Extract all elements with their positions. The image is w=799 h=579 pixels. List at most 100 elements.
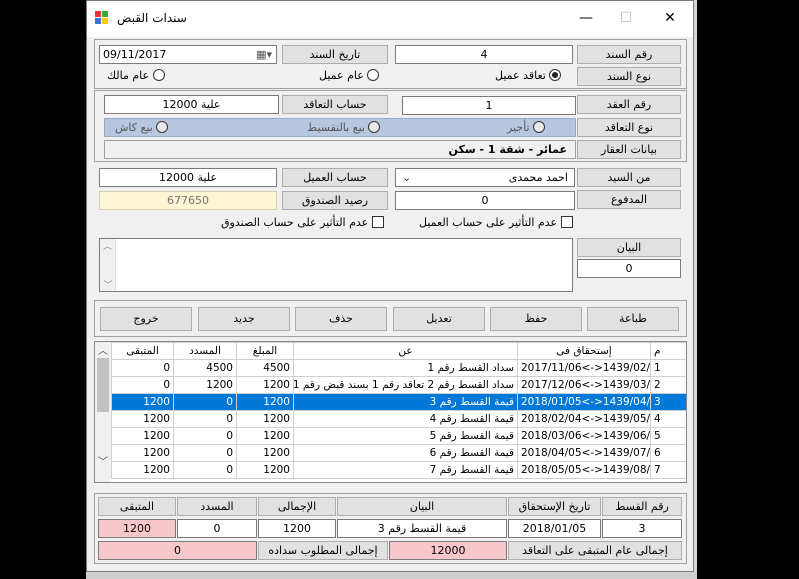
delete-button[interactable]: حذف	[295, 307, 387, 331]
col-remaining[interactable]: المتبقى	[111, 342, 174, 360]
print-button[interactable]: طباعة	[587, 307, 679, 331]
checkbox-icon	[371, 216, 384, 228]
radio-label: عام عميل	[319, 69, 364, 82]
contract-type-option-installment[interactable]: بيع بالتقسيط	[307, 121, 381, 134]
statement-textarea[interactable]: ︿ ﹀	[99, 238, 573, 292]
col-paid[interactable]: المسدد	[173, 342, 237, 360]
table-row[interactable]: 0 1200 1200 سداد القسط رقم 2 تعاقد رقم 1 بس…	[111, 376, 686, 394]
new-button[interactable]: جديد	[198, 307, 290, 331]
no-effect-client-checkbox[interactable]: عدم التأثير على حساب العميل	[419, 216, 573, 229]
col-for[interactable]: عن	[293, 342, 518, 360]
edit-button[interactable]: تعديل	[393, 307, 485, 331]
scroll-up-icon[interactable]: ︿	[100, 239, 115, 252]
cell-for: قيمة القسط رقم 6	[293, 444, 518, 462]
no-effect-box-checkbox[interactable]: عدم التأثير على حساب الصندوق	[221, 216, 384, 229]
col-due[interactable]: إستحقاق فى	[517, 342, 651, 360]
table-row[interactable]: 1200 0 1200 قيمة القسط رقم 7 2018/05/05<->14…	[111, 461, 686, 479]
scroll-down-icon[interactable]: ﹀	[95, 453, 111, 468]
grid-scrollbar[interactable]: ︿ ﹀	[95, 342, 111, 482]
cell-index: 7	[650, 461, 686, 479]
right-edge	[694, 0, 697, 579]
table-row[interactable]: 1200 0 1200 قيمة القسط رقم 5 2018/03/06<->14…	[111, 427, 686, 445]
doc-type-option-client-contract[interactable]: تعاقد عميل	[495, 69, 562, 82]
maximize-button[interactable]: ☐	[613, 7, 639, 29]
cell-remaining: 1200	[111, 444, 174, 462]
radio-label: بيع كاش	[115, 121, 153, 134]
save-button[interactable]: حفظ	[490, 307, 582, 331]
paid-field[interactable]: 0	[395, 191, 575, 210]
box-balance-label: رصيد الصندوق	[282, 191, 388, 210]
bottom-edge	[86, 572, 697, 579]
grand-remaining-label: إجمالى عام المتبقى على التعاقد	[508, 541, 682, 560]
col-index[interactable]: م	[650, 342, 686, 360]
contract-no-field[interactable]: 1	[402, 96, 576, 115]
cell-amount: 1200	[236, 444, 294, 462]
cell-remaining: 1200	[111, 410, 174, 428]
scroll-down-icon[interactable]: ﹀	[100, 278, 116, 291]
cell-amount: 1200	[236, 376, 294, 394]
table-row[interactable]: 1200 0 1200 قيمة القسط رقم 6 2018/04/05<->14…	[111, 444, 686, 462]
cell-for: قيمة القسط رقم 4	[293, 410, 518, 428]
box-balance-field: 677650	[99, 191, 277, 210]
chevron-down-icon[interactable]: ⌄	[402, 169, 411, 186]
desc-label: البيان	[337, 497, 507, 516]
cell-remaining: 1200	[111, 393, 174, 411]
cell-amount: 1200	[236, 393, 294, 411]
radio-label: تعاقد عميل	[495, 69, 546, 82]
table-row[interactable]: 1200 0 1200 قيمة القسط رقم 3 2018/01/05<->14…	[111, 393, 686, 411]
contract-type-option-cash[interactable]: بيع كاش	[115, 121, 169, 134]
due-date-value: 2018/01/05	[508, 519, 601, 538]
cell-for: سداد القسط رقم 1	[293, 359, 518, 377]
exit-button[interactable]: خروج	[100, 307, 192, 331]
summary-remaining-value: 1200	[98, 519, 176, 538]
radio-icon	[533, 121, 546, 133]
from-dropdown[interactable]: احمد محمدى ⌄	[395, 168, 575, 187]
textarea-scrollbar[interactable]: ︿ ﹀	[100, 239, 116, 291]
cell-index: 6	[650, 444, 686, 462]
doc-type-option-general-owner[interactable]: عام مالك	[107, 69, 165, 82]
cell-paid: 1200	[173, 376, 237, 394]
table-row[interactable]: 1200 0 1200 قيمة القسط رقم 4 2018/02/04<->14…	[111, 410, 686, 428]
checkbox-label: عدم التأثير على حساب الصندوق	[221, 216, 369, 229]
doc-date-label: تاريخ السند	[282, 45, 388, 64]
client-account-field[interactable]: علية 12000	[99, 168, 277, 187]
radio-label: بيع بالتقسيط	[307, 121, 365, 134]
table-row[interactable]: 0 4500 4500 سداد القسط رقم 1 2017/11/06<->14…	[111, 359, 686, 377]
cell-index: 2	[650, 376, 686, 394]
doc-no-field[interactable]: 4	[395, 45, 573, 64]
scroll-thumb[interactable]	[97, 358, 109, 412]
cell-remaining: 0	[111, 359, 174, 377]
statement-value-field[interactable]: 0	[577, 259, 681, 278]
app-icon	[95, 11, 109, 25]
doc-date-picker[interactable]: 09/11/2017 ▦▾	[99, 45, 277, 64]
cell-paid: 0	[173, 461, 237, 479]
client-account-label: حساب العميل	[282, 168, 388, 187]
installments-grid[interactable]: ︿ ﹀ المتبقى المسدد المبلغ عن إستحقاق فى …	[94, 341, 687, 483]
col-amount[interactable]: المبلغ	[236, 342, 294, 360]
installment-no-label: رقم القسط	[602, 497, 682, 516]
calendar-dropdown-icon[interactable]: ▦▾	[256, 46, 272, 63]
cell-index: 1	[650, 359, 686, 377]
contract-account-field[interactable]: علية 12000	[104, 95, 279, 114]
doc-date-value: 09/11/2017	[103, 48, 167, 61]
cell-paid: 4500	[173, 359, 237, 377]
scroll-up-icon[interactable]: ︿	[95, 342, 111, 357]
close-button[interactable]: ✕	[657, 7, 683, 29]
cell-remaining: 1200	[111, 461, 174, 479]
cell-amount: 1200	[236, 427, 294, 445]
doc-type-option-general-client[interactable]: عام عميل	[319, 69, 380, 82]
cell-due: 2018/03/06<->1439/06/18	[517, 427, 651, 445]
cell-paid: 0	[173, 393, 237, 411]
cell-paid: 0	[173, 410, 237, 428]
receipt-window: سندات القبض — ☐ ✕ رقم السند 4 تاريخ السن…	[86, 0, 694, 572]
cell-paid: 0	[173, 427, 237, 445]
required-value: 0	[98, 541, 257, 560]
cell-for: قيمة القسط رقم 3	[293, 393, 518, 411]
contract-no-label: رقم العقد	[577, 95, 681, 114]
cell-for: قيمة القسط رقم 5	[293, 427, 518, 445]
cell-due: 2018/04/05<->1439/07/19	[517, 444, 651, 462]
contract-type-option-rent[interactable]: تأجير	[507, 121, 546, 134]
grand-remaining-value: 12000	[389, 541, 507, 560]
minimize-button[interactable]: —	[573, 7, 599, 29]
cell-index: 3	[650, 393, 686, 411]
